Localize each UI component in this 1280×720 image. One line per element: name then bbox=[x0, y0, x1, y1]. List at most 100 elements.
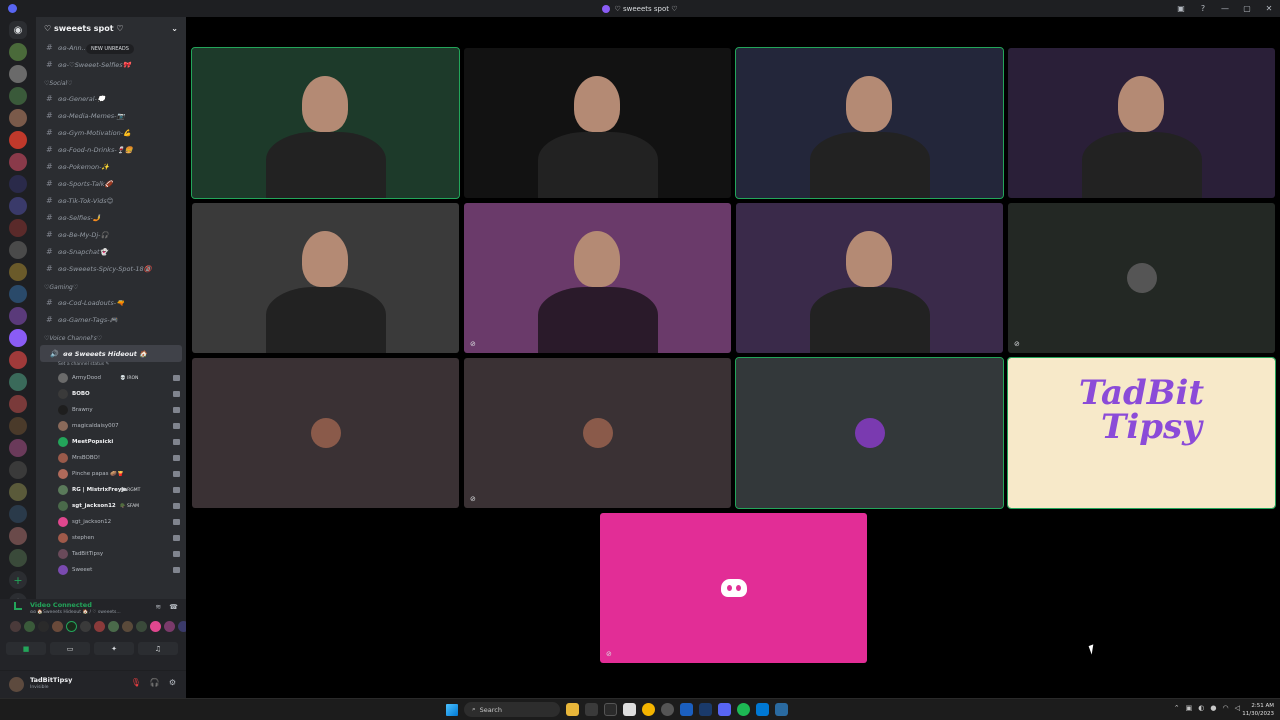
channel-item[interactable]: # ɞɞ-Sweeets-Spicy-Spot-18🔞 bbox=[36, 260, 186, 277]
maximize-button[interactable]: ▢ bbox=[1236, 4, 1258, 13]
activities-button[interactable]: ✦ bbox=[94, 642, 134, 655]
server-icon[interactable] bbox=[9, 549, 27, 567]
server-icon[interactable] bbox=[9, 241, 27, 259]
file-explorer-icon[interactable] bbox=[566, 703, 579, 716]
app-icon[interactable] bbox=[604, 703, 617, 716]
voice-status-title[interactable]: Video Connected bbox=[30, 601, 92, 609]
help-icon[interactable]: ? bbox=[1192, 4, 1214, 13]
mute-icon[interactable]: 🎙 bbox=[131, 678, 141, 687]
voice-user[interactable]: RG | MistrixFreyja 🛡 RGMT bbox=[36, 482, 186, 498]
windows-start-icon[interactable] bbox=[446, 703, 458, 716]
headphones-icon[interactable]: 🎧 bbox=[150, 678, 160, 687]
voice-user[interactable]: sgt_jackson12 🪖 SFAM bbox=[36, 498, 186, 514]
category-gaming[interactable]: ♡Gaming♡ bbox=[36, 277, 186, 294]
video-tile-11[interactable] bbox=[735, 357, 1004, 509]
voice-user[interactable]: MrsBOBO! bbox=[36, 450, 186, 466]
tray-icon[interactable]: ◐ bbox=[1198, 704, 1204, 712]
server-icon[interactable] bbox=[9, 505, 27, 523]
video-tile-10[interactable]: ⊘ bbox=[464, 358, 731, 508]
volume-icon[interactable]: ◁ bbox=[1235, 704, 1240, 712]
server-icon[interactable] bbox=[9, 109, 27, 127]
voice-user[interactable]: ArmyDood 💀 IRON bbox=[36, 370, 186, 386]
channel-item[interactable]: # ɞɞ-Selfies-🤳 bbox=[36, 209, 186, 226]
activity-icon[interactable] bbox=[122, 621, 133, 632]
server-icon[interactable] bbox=[9, 87, 27, 105]
voice-user[interactable]: magicaldaisy007 bbox=[36, 418, 186, 434]
disconnect-icon[interactable]: ☎ bbox=[169, 603, 178, 611]
category-social[interactable]: ♡Social♡ bbox=[36, 73, 186, 90]
video-tile-13[interactable]: ⊘ bbox=[600, 513, 867, 663]
server-icon[interactable] bbox=[9, 175, 27, 193]
activity-icon[interactable] bbox=[136, 621, 147, 632]
server-icon[interactable] bbox=[9, 65, 27, 83]
video-tile-5[interactable] bbox=[192, 203, 459, 353]
activity-icon[interactable] bbox=[24, 621, 35, 632]
app-icon[interactable] bbox=[623, 703, 636, 716]
camera-button[interactable]: ■ bbox=[6, 642, 46, 655]
voice-user[interactable]: BOBO bbox=[36, 386, 186, 402]
minimize-button[interactable]: — bbox=[1214, 4, 1236, 13]
avatar[interactable] bbox=[9, 677, 24, 692]
voice-user[interactable]: Sweeet bbox=[36, 562, 186, 578]
video-tile-1[interactable] bbox=[191, 47, 460, 199]
channel-item[interactable]: # ɞɞ-Sports-Talk🏈 bbox=[36, 175, 186, 192]
server-icon[interactable] bbox=[9, 439, 27, 457]
tray-icon[interactable]: ▣ bbox=[1186, 704, 1193, 712]
channel-item[interactable]: # ɞɞ-Pokemon-✨ bbox=[36, 158, 186, 175]
steam-icon[interactable] bbox=[699, 703, 712, 716]
channel-item[interactable]: # ɞɞ-Gamer-Tags-🎮 bbox=[36, 311, 186, 328]
server-icon[interactable] bbox=[9, 417, 27, 435]
app-icon[interactable] bbox=[756, 703, 769, 716]
chevron-up-icon[interactable]: ⌃ bbox=[1174, 704, 1180, 712]
voice-user[interactable]: MeetPopsicki bbox=[36, 434, 186, 450]
channel-item[interactable]: # ɞɞ-Snapchat👻 bbox=[36, 243, 186, 260]
discord-icon[interactable] bbox=[718, 703, 731, 716]
channel-item[interactable]: # ɞɞ-General-💭 bbox=[36, 90, 186, 107]
server-icon[interactable] bbox=[9, 307, 27, 325]
activity-icon[interactable] bbox=[52, 621, 63, 632]
activity-icon[interactable] bbox=[66, 621, 77, 632]
voice-user[interactable]: stephen bbox=[36, 530, 186, 546]
activity-icon[interactable] bbox=[80, 621, 91, 632]
voice-user[interactable]: sgt_jackson12 bbox=[36, 514, 186, 530]
wifi-icon[interactable]: ◠ bbox=[1223, 704, 1229, 712]
inbox-icon[interactable]: ▣ bbox=[1170, 4, 1192, 13]
app-icon[interactable] bbox=[775, 703, 788, 716]
video-tile-8[interactable]: ⊘ bbox=[1008, 203, 1275, 353]
server-icon[interactable] bbox=[9, 483, 27, 501]
voice-user[interactable]: TadBitTipsy bbox=[36, 546, 186, 562]
server-icon[interactable] bbox=[9, 263, 27, 281]
channel-item[interactable]: # ɞɞ-Tik-Tok-Vids😊 bbox=[36, 192, 186, 209]
server-icon[interactable] bbox=[9, 43, 27, 61]
video-tile-7[interactable] bbox=[736, 203, 1003, 353]
voice-user[interactable]: Pinche papas 🥔🍟 bbox=[36, 466, 186, 482]
clock[interactable]: 2:51 AM 11/30/2023 bbox=[1242, 702, 1274, 718]
channel-item[interactable]: # ɞɞ-Gym-Motivation-💪 bbox=[36, 124, 186, 141]
activity-icon[interactable] bbox=[10, 621, 21, 632]
spotify-icon[interactable] bbox=[737, 703, 750, 716]
home-button[interactable]: ◉ bbox=[9, 21, 27, 39]
server-icon[interactable] bbox=[9, 197, 27, 215]
category-voice[interactable]: ♡Voice Channel's♡ bbox=[36, 328, 186, 345]
activity-icon[interactable] bbox=[164, 621, 175, 632]
server-icon[interactable] bbox=[9, 527, 27, 545]
activity-icon[interactable] bbox=[38, 621, 49, 632]
video-tile-12[interactable]: TadBit Tipsy bbox=[1007, 357, 1276, 509]
app-icon[interactable] bbox=[585, 703, 598, 716]
video-tile-6[interactable]: ⊘ bbox=[464, 203, 731, 353]
gear-icon[interactable]: ⚙ bbox=[169, 678, 176, 687]
server-icon[interactable] bbox=[9, 285, 27, 303]
chrome-icon[interactable] bbox=[642, 703, 655, 716]
noise-suppression-icon[interactable]: ≋ bbox=[155, 603, 161, 611]
channel-item[interactable]: # ɞɞ-♡Sweeet-Selfies🎀 bbox=[36, 56, 186, 73]
video-tile-2[interactable] bbox=[464, 48, 731, 198]
server-icon[interactable] bbox=[9, 461, 27, 479]
server-icon[interactable] bbox=[9, 351, 27, 369]
activity-icon[interactable] bbox=[94, 621, 105, 632]
server-icon[interactable] bbox=[9, 219, 27, 237]
screen-share-button[interactable]: ▭ bbox=[50, 642, 90, 655]
voice-status-subtitle[interactable]: ɞɞ 🏠Sweeets Hideout 🏠 / ♡ sweeets... bbox=[30, 610, 121, 615]
add-server-icon[interactable]: + bbox=[9, 571, 27, 589]
video-tile-9[interactable] bbox=[192, 358, 459, 508]
channel-status[interactable]: Set a channel status ✎ bbox=[36, 362, 186, 370]
